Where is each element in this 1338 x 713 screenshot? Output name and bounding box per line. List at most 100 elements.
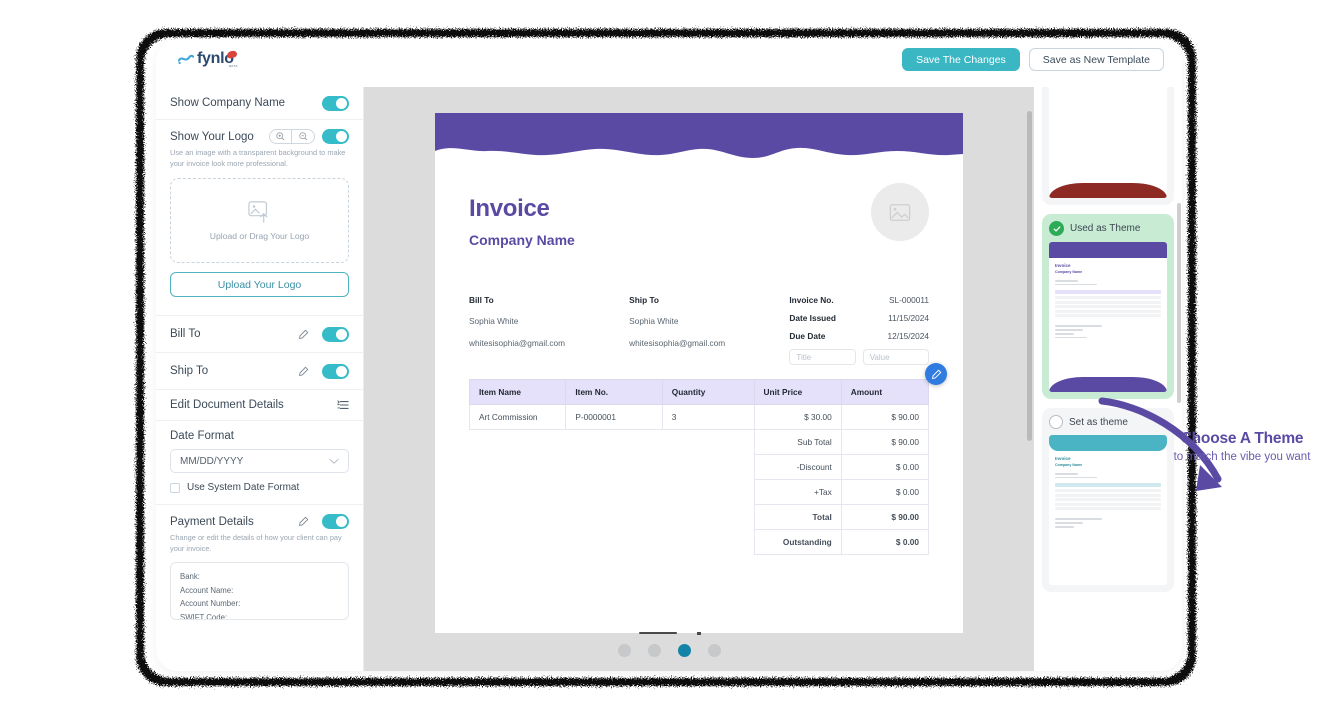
image-placeholder-icon — [889, 203, 911, 221]
brand-beta-tag: BETA — [228, 64, 238, 68]
pagination-dot-2[interactable] — [647, 644, 661, 657]
col-amount: Amount — [840, 379, 930, 405]
custom-field-row: Title Value — [789, 349, 930, 365]
thumb-company: Company Name — [1055, 270, 1083, 274]
invoice-meta: Bill To Sophia White whitesisophia@gmail… — [469, 295, 930, 365]
settings-sidebar[interactable]: Show Company Name Show Your Logo Use an … — [156, 87, 364, 671]
date-format-value: MM/DD/YYYY — [180, 455, 244, 467]
app-body: Show Company Name Show Your Logo Use an … — [156, 87, 1182, 671]
discount-value: $ 0.00 — [840, 454, 930, 480]
invoice-document: Invoice Company Name Bill To Sophia Whit… — [435, 113, 963, 635]
chevron-down-icon — [329, 458, 339, 464]
show-your-logo-hint: Use an image with a transparent backgrou… — [170, 148, 346, 169]
thumb-title: Invoice — [1055, 263, 1071, 268]
tax-value: $ 0.00 — [840, 479, 930, 505]
sidebar-row-bill-to[interactable]: Bill To — [156, 316, 363, 354]
custom-field-value-input[interactable]: Value — [862, 349, 930, 365]
invoice-header-banner — [435, 113, 963, 162]
theme-thumbnail-purple: Invoice Company Name — [1049, 242, 1167, 392]
list-settings-icon[interactable] — [337, 399, 349, 411]
invoice-preview-pane: Invoice Company Name Bill To Sophia Whit… — [364, 87, 1034, 671]
sidebar-row-show-company-name[interactable]: Show Company Name — [156, 87, 363, 120]
edit-pencil-icon[interactable] — [298, 329, 309, 340]
invoice-no-value: SL-000011 — [889, 295, 929, 305]
totals-row: Total $ 90.00 — [470, 504, 930, 530]
use-system-date-format-row[interactable]: Use System Date Format — [170, 482, 349, 493]
totals-row: -Discount $ 0.00 — [470, 454, 930, 480]
invoice-no-label: Invoice No. — [789, 295, 834, 305]
zoom-in-icon[interactable] — [270, 130, 292, 143]
theme-card-red[interactable]: Invoice Company Name — [1042, 87, 1174, 205]
theme-card-purple[interactable]: Used as Theme Invoice Company Name — [1042, 214, 1174, 399]
payment-details-textarea[interactable]: Bank: Account Name: Account Number: SWIF… — [170, 562, 349, 621]
ship-to-toggle[interactable] — [322, 363, 349, 379]
table-row[interactable]: Art Commission P-0000001 3 $ 30.00 $ 90.… — [468, 404, 930, 430]
show-company-name-toggle[interactable] — [322, 95, 349, 111]
used-as-theme-label: Used as Theme — [1070, 223, 1141, 234]
invoice-meta-row: Date Issued 11/15/2024 — [789, 313, 929, 323]
annotation-callout: Choose A Theme to match the vibe you wan… — [1152, 430, 1332, 466]
date-format-label: Date Format — [170, 430, 234, 443]
col-item-no: Item No. — [565, 379, 663, 405]
bill-to-label: Bill To — [170, 328, 201, 341]
totals-row: +Tax $ 0.00 — [470, 479, 930, 505]
annotation-subline: to match the vibe you want — [1173, 451, 1311, 463]
bill-to-email: whitesisophia@gmail.com — [469, 338, 566, 348]
invoice-meta-row: Due Date 12/15/2024 — [789, 331, 929, 341]
theme-thumbnail-red: Invoice Company Name — [1049, 87, 1167, 198]
save-as-new-template-button[interactable]: Save as New Template — [1028, 48, 1164, 71]
preview-scrollbar[interactable] — [1027, 91, 1032, 666]
upload-your-logo-button[interactable]: Upload Your Logo — [170, 272, 349, 298]
tax-label: +Tax — [753, 479, 842, 505]
bill-to-heading: Bill To — [469, 295, 494, 305]
pagination-dot-4[interactable] — [707, 644, 721, 657]
total-label: Total — [753, 504, 842, 530]
invoice-items-table: Item Name Item No. Quantity Unit Price A… — [468, 379, 930, 555]
cell-item-no: P-0000001 — [565, 404, 663, 430]
edit-invoice-fab[interactable] — [925, 363, 947, 385]
wave-logo-icon — [178, 54, 194, 65]
col-item-name: Item Name — [468, 379, 567, 405]
pagination-dot-3-active[interactable] — [677, 644, 691, 657]
custom-field-title-input[interactable]: Title — [789, 349, 856, 365]
radio-unselected-icon[interactable] — [1049, 415, 1063, 429]
edit-pencil-icon — [931, 369, 941, 379]
sidebar-row-date-format[interactable]: Date Format MM/DD/YYYY Use System Date F… — [156, 421, 363, 506]
invoice-logo-placeholder[interactable] — [871, 183, 929, 241]
topbar-actions: Save The Changes Save as New Template — [902, 48, 1164, 71]
pagination-dot-1[interactable] — [617, 644, 631, 657]
app-topbar: fynlo BETA Save The Changes Save as New … — [156, 39, 1182, 87]
date-format-select[interactable]: MM/DD/YYYY — [170, 449, 349, 474]
payment-details-toggle[interactable] — [322, 514, 349, 530]
subtotal-label: Sub Total — [753, 429, 842, 455]
table-header-row: Item Name Item No. Quantity Unit Price A… — [468, 379, 930, 405]
ship-to-label: Ship To — [170, 365, 209, 378]
bill-to-toggle[interactable] — [322, 326, 349, 342]
zoom-out-icon[interactable] — [292, 130, 314, 143]
ship-to-heading: Ship To — [629, 295, 659, 305]
show-your-logo-toggle[interactable] — [322, 129, 349, 144]
edit-pencil-icon[interactable] — [298, 516, 309, 527]
theme-bottom-bar — [1049, 183, 1167, 198]
sidebar-row-ship-to[interactable]: Ship To — [156, 353, 363, 391]
date-issued-value: 11/15/2024 — [888, 313, 929, 323]
sidebar-row-payment-details[interactable]: Payment Details Change or edit the detai… — [156, 505, 363, 629]
due-date-label: Due Date — [789, 331, 826, 341]
logo-zoom-controls[interactable] — [269, 129, 315, 144]
col-unit-price: Unit Price — [753, 379, 842, 405]
logo-dropzone[interactable]: Upload or Drag Your Logo — [170, 178, 349, 264]
discount-label: -Discount — [753, 454, 842, 480]
ship-to-block: Ship To Sophia White whitesisophia@gmail… — [629, 295, 789, 365]
theme-top-bar — [1049, 242, 1167, 258]
brand-logo: fynlo BETA — [178, 49, 238, 68]
themes-scrollbar[interactable] — [1177, 93, 1181, 659]
sidebar-row-edit-document-details[interactable]: Edit Document Details — [156, 390, 363, 422]
edit-pencil-icon[interactable] — [298, 366, 309, 377]
sidebar-row-show-your-logo[interactable]: Show Your Logo Use an image with a trans… — [156, 120, 363, 317]
use-system-date-format-checkbox[interactable] — [170, 482, 180, 493]
annotation-headline: Choose A Theme — [1180, 430, 1304, 447]
themes-panel[interactable]: Invoice Company Name Used as Theme — [1034, 87, 1182, 671]
cell-amount: $ 90.00 — [840, 404, 930, 430]
logo-dropzone-text: Upload or Drag Your Logo — [209, 231, 310, 242]
save-changes-button[interactable]: Save The Changes — [902, 48, 1020, 71]
